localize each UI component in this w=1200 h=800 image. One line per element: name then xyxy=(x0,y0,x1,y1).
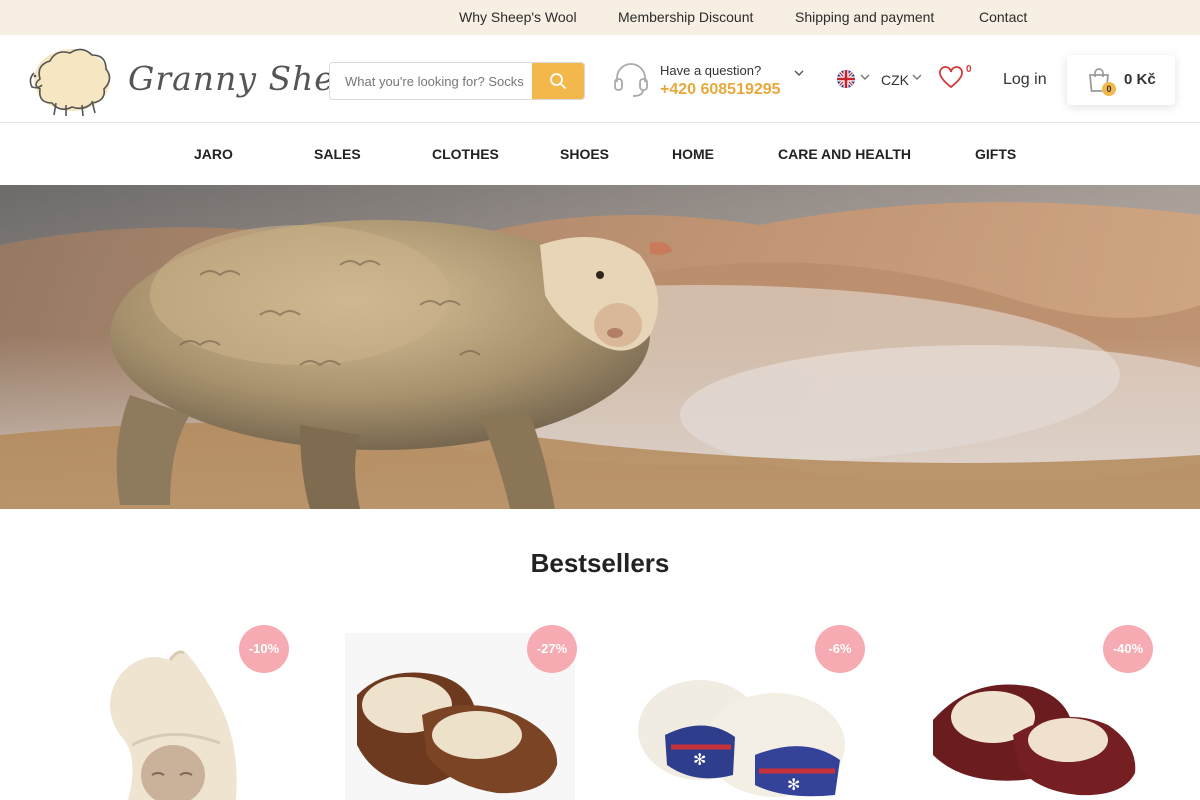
nav-item-clothes[interactable]: CLOTHES xyxy=(432,146,499,162)
wishlist-count: 0 xyxy=(966,64,972,75)
search-button[interactable] xyxy=(532,63,584,99)
cart-button[interactable]: 0 0 Kč xyxy=(1067,55,1175,105)
discount-badge: -10% xyxy=(239,625,289,673)
nav-item-care-and-health[interactable]: CARE AND HEALTH xyxy=(778,146,911,162)
topbar-link-why-wool[interactable]: Why Sheep's Wool xyxy=(459,9,577,25)
uk-flag-icon xyxy=(837,70,855,88)
nav-item-jaro[interactable]: JARO xyxy=(194,146,233,162)
search-box xyxy=(329,62,585,100)
product-card[interactable]: -40% xyxy=(903,625,1153,800)
chevron-down-icon xyxy=(912,74,922,80)
topbar-link-contact[interactable]: Contact xyxy=(979,9,1027,25)
nav-item-gifts[interactable]: GIFTS xyxy=(975,146,1016,162)
svg-text:✻: ✻ xyxy=(693,750,706,769)
chevron-down-icon xyxy=(860,74,870,80)
discount-badge: -6% xyxy=(815,625,865,673)
help-contact[interactable]: Have a question? +420 608519295 xyxy=(612,62,812,102)
svg-text:✻: ✻ xyxy=(787,775,800,794)
main-navigation: JARO SALES CLOTHES SHOES HOME CARE AND H… xyxy=(0,123,1200,185)
login-link[interactable]: Log in xyxy=(1003,71,1047,89)
hero-banner[interactable] xyxy=(0,185,1200,509)
logo[interactable]: Granny Sheep xyxy=(24,43,377,117)
top-bar: Why Sheep's Wool Membership Discount Shi… xyxy=(0,0,1200,35)
product-card[interactable]: -10% xyxy=(60,625,310,800)
help-phone[interactable]: +420 608519295 xyxy=(660,81,781,99)
bestsellers-heading: Bestsellers xyxy=(530,548,670,578)
discount-badge: -27% xyxy=(527,625,577,673)
search-input[interactable] xyxy=(330,63,534,99)
help-question: Have a question? xyxy=(660,63,762,78)
hero-sheep-image xyxy=(0,185,1200,509)
language-selector[interactable] xyxy=(837,70,873,90)
discount-badge: -40% xyxy=(1103,625,1153,673)
nav-item-home[interactable]: HOME xyxy=(672,146,714,162)
headset-icon xyxy=(614,63,648,97)
product-card[interactable]: -27% xyxy=(327,625,577,800)
chevron-down-icon xyxy=(794,70,804,76)
topbar-link-membership[interactable]: Membership Discount xyxy=(618,9,753,25)
sheep-logo-icon xyxy=(29,48,111,117)
currency-selector[interactable]: CZK xyxy=(881,72,909,88)
cart-total: 0 Kč xyxy=(1124,71,1156,88)
cart-count-badge: 0 xyxy=(1102,82,1116,96)
heart-icon xyxy=(939,66,963,89)
nav-item-shoes[interactable]: SHOES xyxy=(560,146,609,162)
topbar-link-shipping[interactable]: Shipping and payment xyxy=(795,9,934,25)
product-card[interactable]: ✻ ✻ -6% xyxy=(615,625,865,800)
nav-item-sales[interactable]: SALES xyxy=(314,146,361,162)
site-header: Granny Sheep Have a question? +420 60851… xyxy=(0,35,1200,123)
search-icon xyxy=(550,73,566,89)
